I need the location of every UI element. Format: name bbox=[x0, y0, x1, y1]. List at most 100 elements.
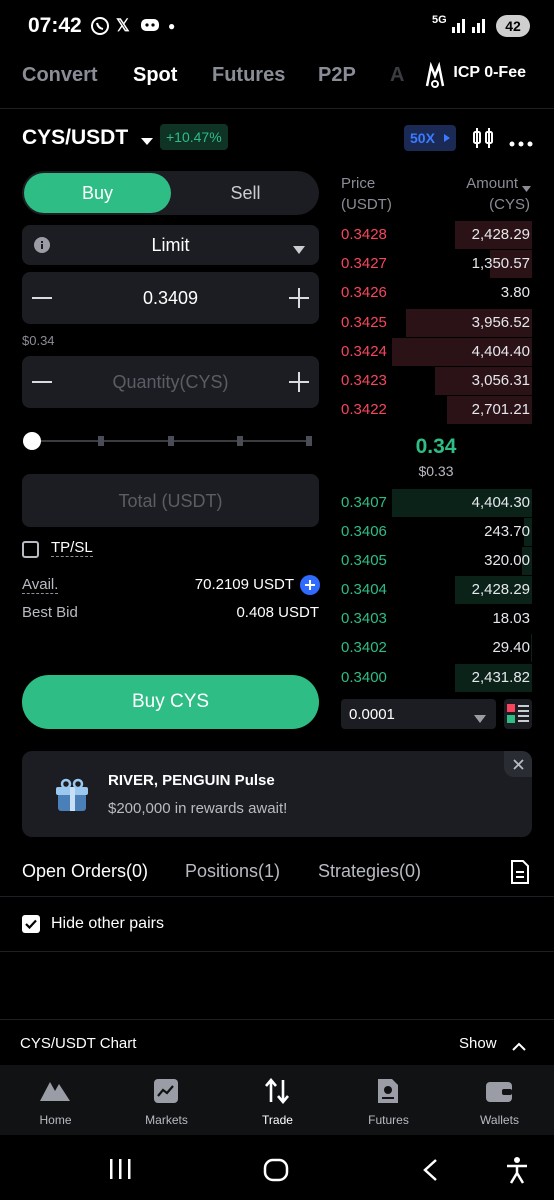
ask-amount: 3,056.31 bbox=[471, 372, 530, 389]
ask-price: 0.3426 bbox=[341, 284, 387, 301]
leverage-button[interactable]: 50X bbox=[404, 125, 456, 151]
add-funds-icon[interactable] bbox=[300, 575, 320, 600]
tab-spot[interactable]: Spot bbox=[133, 64, 177, 87]
promo-banner[interactable]: RIVER, PENGUIN Pulse $200,000 in rewards… bbox=[22, 751, 532, 837]
ask-amount: 2,428.29 bbox=[471, 226, 530, 243]
chart-show-button[interactable]: Show bbox=[459, 1035, 497, 1052]
buy-tab[interactable]: Buy bbox=[24, 173, 171, 213]
more-icon[interactable] bbox=[509, 134, 533, 152]
best-bid-value: 0.408 USDT bbox=[236, 604, 319, 621]
bid-price: 0.3402 bbox=[341, 639, 387, 656]
price-usd-equivalent: $0.34 bbox=[22, 333, 55, 348]
precision-value: 0.0001 bbox=[349, 706, 395, 723]
tab-futures[interactable]: Futures bbox=[212, 64, 285, 87]
chart-bar-label: CYS/USDT Chart bbox=[20, 1035, 137, 1052]
banner-subtitle: $200,000 in rewards await! bbox=[108, 800, 288, 817]
bid-price: 0.3400 bbox=[341, 669, 387, 686]
close-icon[interactable] bbox=[504, 751, 532, 777]
nav-wallets-label: Wallets bbox=[480, 1113, 519, 1127]
discord-icon bbox=[140, 16, 160, 39]
price-column-header: Price bbox=[341, 175, 376, 192]
bid-price: 0.3403 bbox=[341, 610, 387, 627]
ask-row[interactable]: 0.3426 3.80 bbox=[340, 279, 532, 308]
tab-convert[interactable]: Convert bbox=[22, 64, 98, 87]
sell-tab[interactable]: Sell bbox=[172, 173, 319, 213]
plus-icon[interactable] bbox=[289, 288, 309, 313]
bid-amount: 29.40 bbox=[492, 639, 530, 656]
ask-row[interactable]: 0.3422 2,701.21 bbox=[340, 396, 532, 425]
tpsl-label[interactable]: TP/SL bbox=[51, 539, 93, 557]
chevron-up-icon[interactable] bbox=[512, 1038, 526, 1056]
slider-handle[interactable] bbox=[23, 432, 41, 450]
chevron-down-icon bbox=[474, 710, 486, 728]
promo-label[interactable]: ICP 0-Fee bbox=[453, 64, 526, 82]
ask-row[interactable]: 0.3424 4,404.40 bbox=[340, 338, 532, 367]
ask-row[interactable]: 0.3428 2,428.29 bbox=[340, 221, 532, 250]
tab-strategies[interactable]: Strategies(0) bbox=[318, 861, 421, 882]
price-column-unit: (USDT) bbox=[341, 196, 392, 213]
total-field[interactable]: Total (USDT) bbox=[22, 474, 319, 527]
trade-icon bbox=[265, 1078, 289, 1104]
document-icon[interactable] bbox=[510, 860, 530, 889]
amount-column-header[interactable]: Amount bbox=[466, 175, 518, 192]
bid-price: 0.3405 bbox=[341, 552, 387, 569]
whatsapp-icon bbox=[90, 16, 110, 41]
amount-slider[interactable] bbox=[22, 430, 314, 452]
ask-amount: 3.80 bbox=[500, 284, 530, 301]
tab-open-orders[interactable]: Open Orders(0) bbox=[22, 861, 148, 882]
divider bbox=[0, 896, 554, 897]
bid-row[interactable]: 0.3404 2,428.29 bbox=[340, 576, 532, 605]
bid-row[interactable]: 0.3400 2,431.82 bbox=[340, 664, 532, 693]
divider bbox=[0, 108, 554, 109]
ask-row[interactable]: 0.3427 1,350.57 bbox=[340, 250, 532, 279]
market-tabs: Convert Spot Futures P2P A ICP 0-Fee bbox=[0, 58, 554, 98]
amount-column-unit: (CYS) bbox=[489, 196, 530, 213]
slider-tick bbox=[98, 436, 104, 446]
total-input[interactable]: Total (USDT) bbox=[22, 491, 319, 512]
bid-amount: 320.00 bbox=[484, 552, 530, 569]
chevron-down-icon[interactable] bbox=[141, 133, 153, 151]
promo-icon bbox=[422, 61, 448, 95]
recents-icon[interactable] bbox=[108, 1158, 132, 1185]
tpsl-checkbox[interactable] bbox=[22, 541, 39, 558]
book-layout-icon[interactable] bbox=[504, 699, 532, 729]
order-type-label: Limit bbox=[151, 235, 190, 255]
buy-submit-button[interactable]: Buy CYS bbox=[22, 675, 319, 729]
order-type-select[interactable]: Limit bbox=[22, 225, 319, 265]
hide-pairs-label[interactable]: Hide other pairs bbox=[51, 915, 164, 933]
tab-more[interactable]: A bbox=[390, 64, 404, 87]
plus-icon[interactable] bbox=[289, 372, 309, 397]
quantity-input[interactable]: Quantity(CYS) bbox=[22, 372, 319, 393]
ask-price: 0.3428 bbox=[341, 226, 387, 243]
status-bar: 07:42 𝕏 ● 5G 42 bbox=[0, 0, 554, 52]
banner-title: RIVER, PENGUIN Pulse bbox=[108, 772, 275, 789]
hide-pairs-checkbox[interactable] bbox=[22, 915, 40, 933]
ask-row[interactable]: 0.3423 3,056.31 bbox=[340, 367, 532, 396]
bid-row[interactable]: 0.3405 320.00 bbox=[340, 547, 532, 576]
precision-select[interactable]: 0.0001 bbox=[341, 699, 496, 729]
price-input[interactable]: 0.3409 bbox=[22, 288, 319, 309]
bid-amount: 2,428.29 bbox=[471, 581, 530, 598]
pair-symbol[interactable]: CYS/USDT bbox=[22, 126, 128, 150]
bid-row[interactable]: 0.3403 18.03 bbox=[340, 605, 532, 634]
bid-row[interactable]: 0.3406 243.70 bbox=[340, 518, 532, 547]
gift-box-icon bbox=[52, 777, 92, 820]
accessibility-icon[interactable] bbox=[506, 1156, 528, 1189]
divider bbox=[0, 1019, 554, 1020]
tab-positions[interactable]: Positions(1) bbox=[185, 861, 280, 882]
ask-price: 0.3422 bbox=[341, 401, 387, 418]
slider-tick bbox=[306, 436, 312, 446]
tab-p2p[interactable]: P2P bbox=[318, 64, 356, 87]
bid-price: 0.3404 bbox=[341, 581, 387, 598]
avail-label: Avail. bbox=[22, 576, 59, 594]
ask-row[interactable]: 0.3425 3,956.52 bbox=[340, 309, 532, 338]
candlestick-icon[interactable] bbox=[471, 126, 495, 155]
bid-amount: 4,404.30 bbox=[471, 494, 530, 511]
last-price-usd: $0.33 bbox=[418, 463, 454, 479]
bid-row[interactable]: 0.3407 4,404.30 bbox=[340, 489, 532, 518]
chevron-right-icon bbox=[444, 134, 450, 142]
futures-icon bbox=[378, 1079, 398, 1103]
back-icon[interactable] bbox=[422, 1158, 438, 1187]
home-button-icon[interactable] bbox=[263, 1158, 289, 1187]
bid-row[interactable]: 0.3402 29.40 bbox=[340, 634, 532, 663]
